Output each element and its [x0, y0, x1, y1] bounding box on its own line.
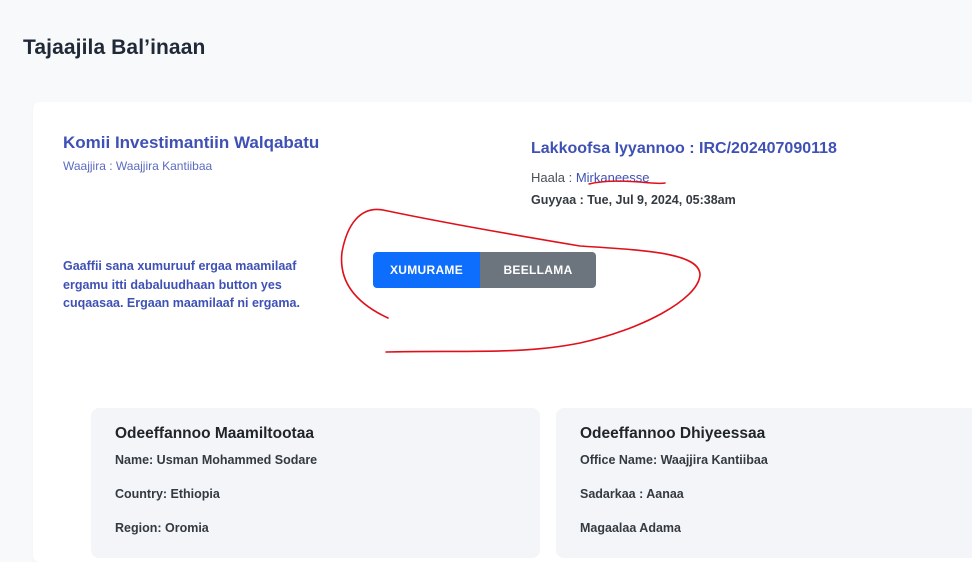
customer-country: Country: Ethiopia [115, 487, 220, 501]
instructions-text: Gaaffii sana xumuruuf ergaa maamilaaf er… [63, 259, 300, 310]
action-button-group: XUMURAME BEELLAMA [373, 252, 596, 288]
provider-sector: Sadarkaa : Aanaa [580, 487, 684, 501]
organization-name: Komii Investimantiin Walqabatu [63, 133, 320, 152]
customer-info-card: Odeeffannoo Maamiltootaa Name: Usman Moh… [91, 408, 540, 558]
provider-info-title: Odeeffannoo Dhiyeessaa [580, 425, 766, 442]
status-prefix: Haala : [531, 170, 576, 185]
customer-info-title: Odeeffannoo Maamiltootaa [115, 425, 314, 442]
provider-office-name: Office Name: Waajjira Kantiibaa [580, 453, 768, 467]
office-line: Waajjira : Waajjira Kantiibaa [63, 159, 213, 173]
reject-button[interactable]: BEELLAMA [480, 252, 596, 288]
date-line: Guyyaa : Tue, Jul 9, 2024, 05:38am [531, 193, 736, 207]
page-title: Tajaajila Bal’inaan [23, 36, 206, 59]
application-number: Lakkoofsa Iyyannoo : IRC/202407090118 [531, 140, 837, 157]
customer-region: Region: Oromia [115, 521, 209, 535]
status-line: Haala : Mirkaneesse [531, 170, 650, 185]
provider-info-card: Odeeffannoo Dhiyeessaa Office Name: Waaj… [556, 408, 972, 558]
status-value: Mirkaneesse [575, 170, 650, 185]
confirm-button[interactable]: XUMURAME [373, 252, 480, 288]
provider-city: Magaalaa Adama [580, 521, 681, 535]
customer-name: Name: Usman Mohammed Sodare [115, 453, 318, 467]
